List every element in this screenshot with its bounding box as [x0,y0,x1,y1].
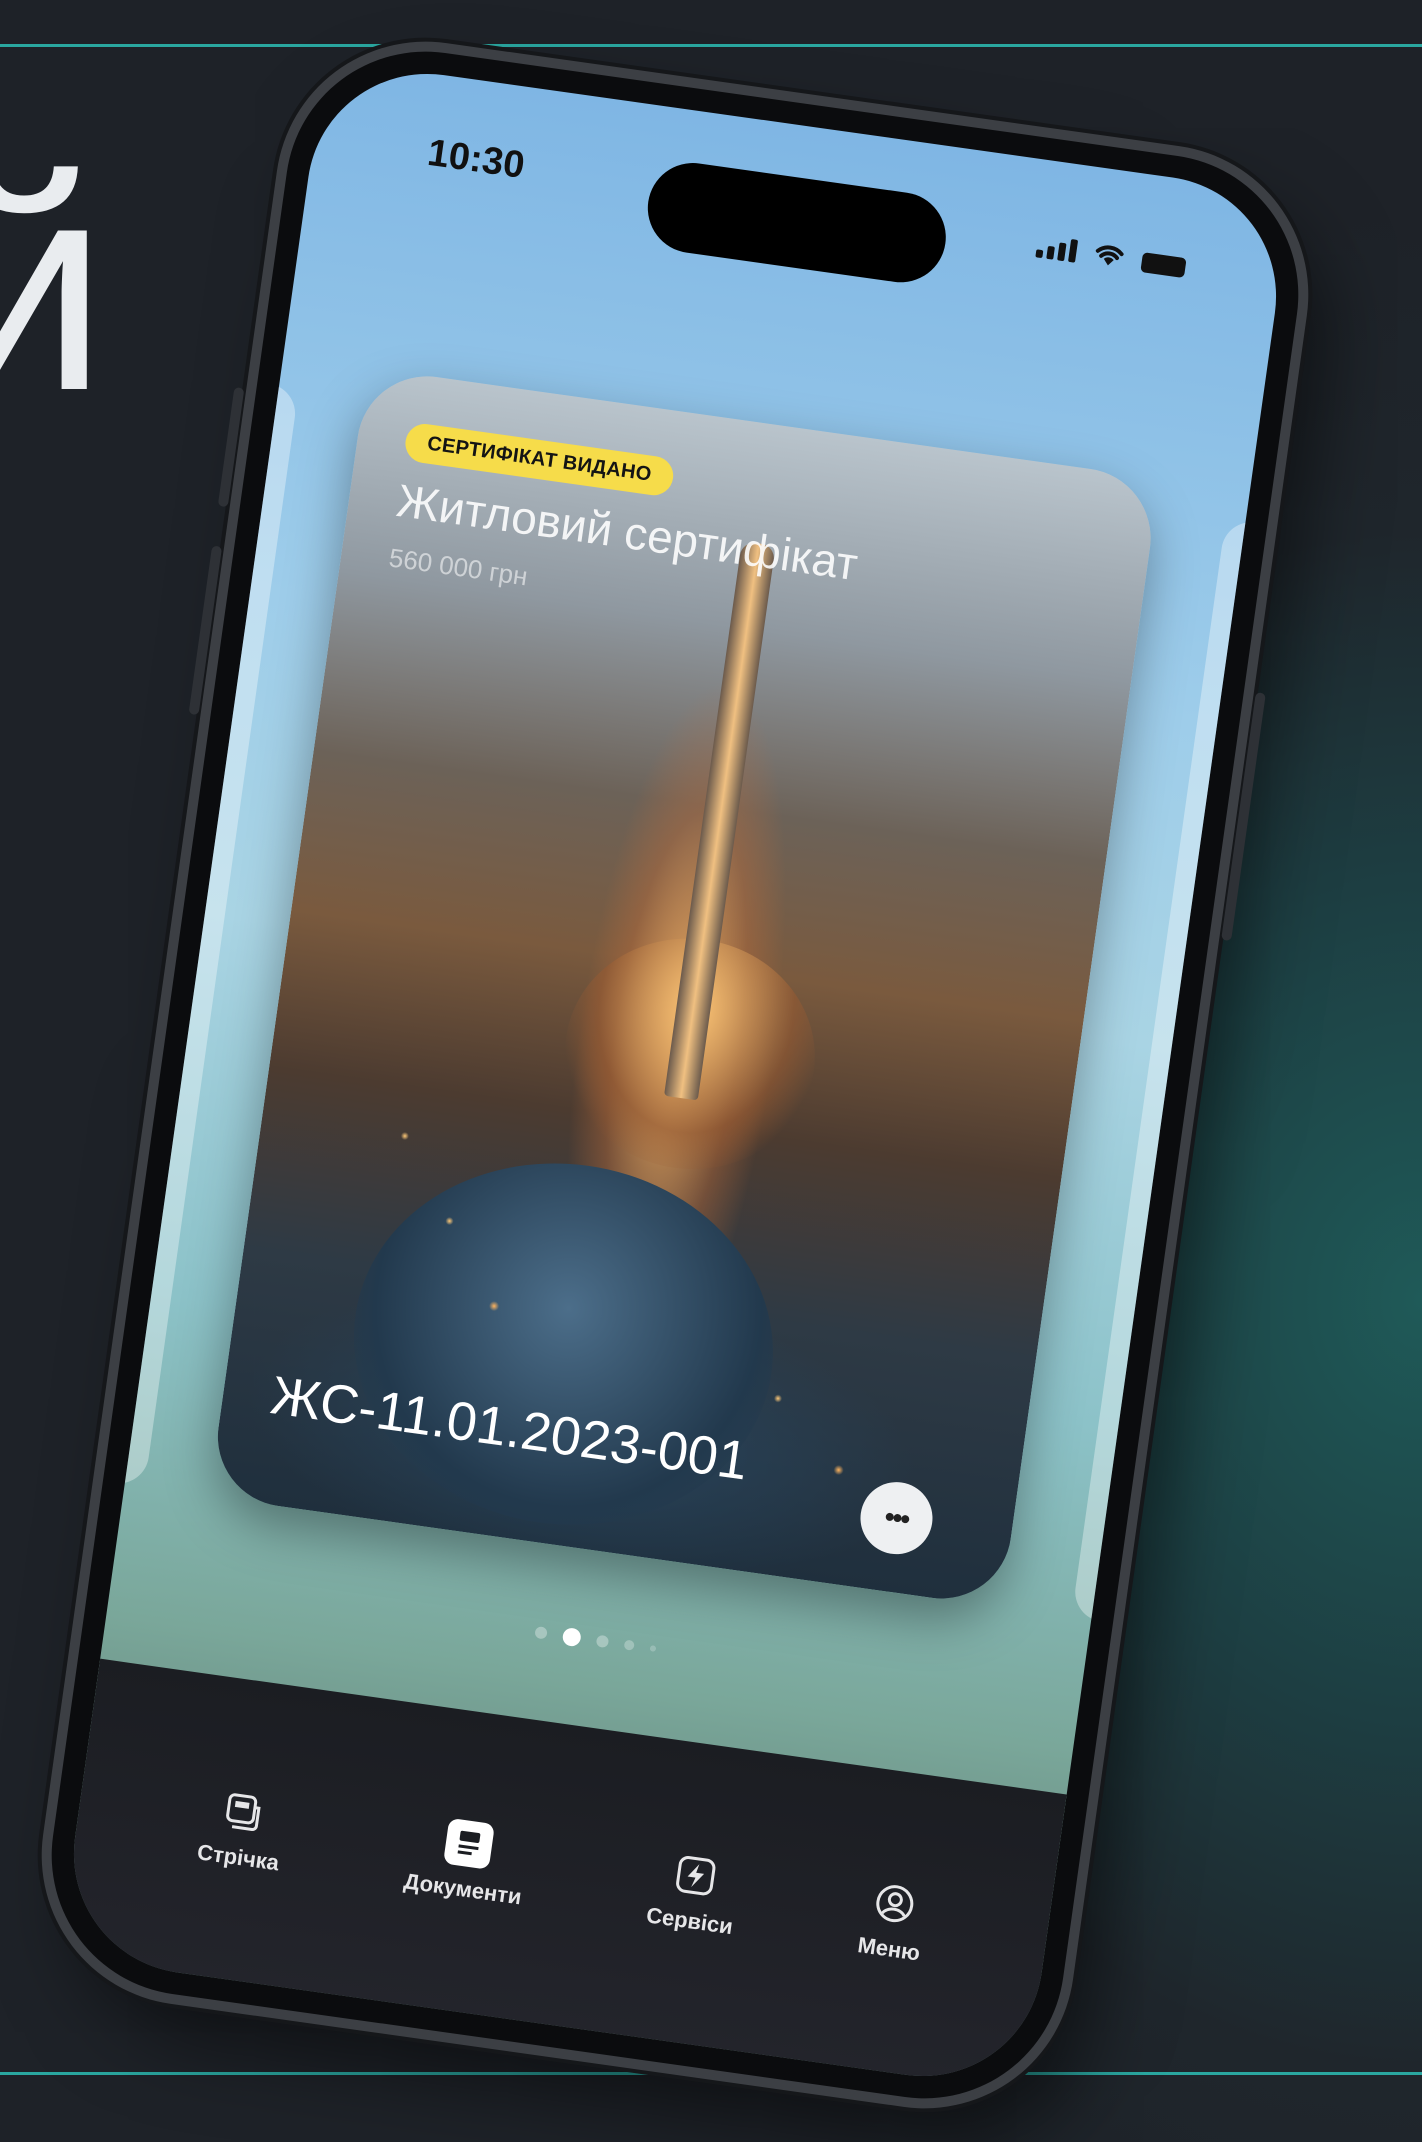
phone-screen: 10:30 СЕРТИФІКАТ ВИДАНО Житловий сертифі… [58,58,1292,2092]
tab-menu[interactable]: Меню [856,1877,929,1967]
documents-icon [443,1817,496,1870]
profile-icon [869,1878,921,1930]
page-dot[interactable] [649,1645,657,1652]
tab-label: Меню [856,1932,922,1966]
silent-switch [217,386,245,508]
tab-label: Стрічка [195,1839,281,1876]
feed-icon [219,1786,271,1838]
bottom-tab-bar: Стрічка Документи Сервіси Меню [58,1658,1067,2092]
tab-documents[interactable]: Документи [402,1813,531,1911]
tab-label: Сервіси [644,1902,735,1940]
page-dot[interactable] [534,1626,548,1640]
card-amount: 560 000 грн [387,542,530,592]
page-dot[interactable] [623,1639,635,1651]
card-image-lights [271,969,1037,1583]
phone-mockup: 10:30 СЕРТИФІКАТ ВИДАНО Житловий сертифі… [33,33,1317,2117]
more-icon: ••• [882,1500,911,1535]
dynamic-island [642,157,952,289]
services-icon [670,1850,722,1902]
battery-icon [1140,252,1187,279]
bottom-accent-line [0,2072,1422,2075]
background-letter: й [0,117,108,453]
signal-icon [1035,234,1079,263]
status-time: 10:30 [425,131,528,187]
tab-services[interactable]: Сервіси [645,1847,743,1940]
housing-certificate-card[interactable]: СЕРТИФІКАТ ВИДАНО Житловий сертифікат 56… [208,367,1160,1608]
top-accent-line [0,44,1422,47]
status-icons [1035,231,1187,279]
tab-feed[interactable]: Стрічка [196,1784,289,1877]
page-dot-active[interactable] [561,1626,582,1648]
wifi-icon [1091,239,1128,269]
tab-label: Документи [402,1868,524,1910]
page-dot[interactable] [595,1634,610,1649]
status-bar: 10:30 [306,58,1292,332]
